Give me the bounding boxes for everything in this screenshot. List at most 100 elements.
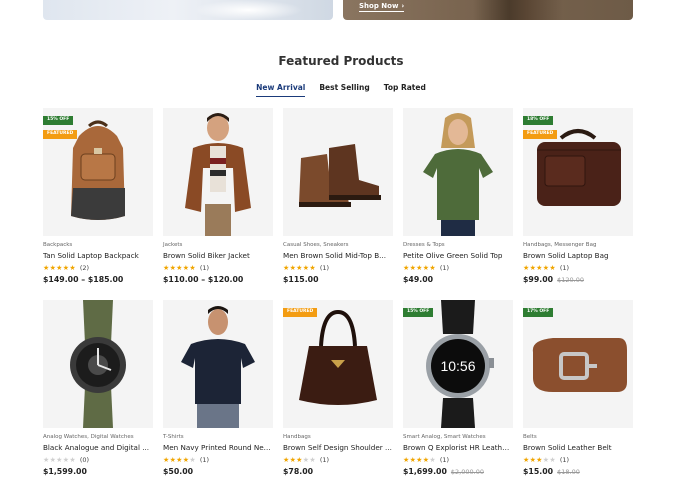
product-category[interactable]: Handbags	[283, 434, 311, 440]
product-name[interactable]: Brown Self Design Shoulder ...	[283, 443, 393, 452]
review-count: (1)	[439, 456, 450, 464]
discount-badge: 15% OFF	[43, 116, 74, 125]
star-rating-icon: ★★★★★	[403, 264, 436, 272]
product-category[interactable]: Belts	[523, 434, 537, 440]
discount-badge: 17% OFF	[523, 308, 554, 317]
featured-badge: FEATURED	[43, 130, 78, 139]
shop-now-label: Shop Now	[359, 2, 399, 10]
current-price: $99.00	[523, 275, 554, 284]
old-price: $120.00	[557, 276, 584, 284]
shop-now-link[interactable]: Shop Now ›	[359, 2, 405, 12]
star-rating-icon: ★★★★★	[163, 264, 196, 272]
product-name[interactable]: Tan Solid Laptop Backpack	[43, 251, 153, 260]
product-name[interactable]: Brown Solid Leather Belt	[523, 443, 633, 452]
current-price: $1,699.00	[403, 467, 447, 476]
smartwatch-image[interactable]: 10:56 15% OFF	[403, 300, 513, 428]
review-count: (1)	[319, 456, 330, 464]
star-rating-icon: ★★★★★	[283, 456, 316, 464]
product-rating: ★★★★★ (1)	[523, 456, 569, 464]
tab-best-selling[interactable]: Best Selling	[319, 83, 369, 97]
current-price: $115.00	[283, 275, 319, 284]
top-model-image[interactable]	[403, 108, 513, 236]
tshirt-model-image[interactable]	[163, 300, 273, 428]
product-category[interactable]: Casual Shoes, Sneakers	[283, 242, 349, 248]
product-price: $110.00 – $120.00	[163, 275, 243, 284]
product-card[interactable]: 17% OFF Belts Brown Solid Leather Belt ★★★★…	[523, 300, 633, 480]
product-rating: ★★★★★ (1)	[283, 456, 329, 464]
product-card[interactable]: Analog Watches, Digital Watches Black Ana…	[43, 300, 153, 480]
featured-badge: FEATURED	[523, 130, 558, 139]
product-category[interactable]: Smart Analog, Smart Watches	[403, 434, 486, 440]
review-count: (2)	[79, 264, 90, 272]
current-price: $1,599.00	[43, 467, 87, 476]
product-rating: ★★★★★ (1)	[283, 264, 329, 272]
product-price: $99.00 $120.00	[523, 275, 584, 284]
current-price: $15.00	[523, 467, 554, 476]
product-name[interactable]: Men Brown Solid Mid-Top B...	[283, 251, 393, 260]
tab-top-rated[interactable]: Top Rated	[384, 83, 426, 97]
product-card[interactable]: Dresses & Tops Petite Olive Green Solid T…	[403, 108, 513, 288]
product-category[interactable]: Jackets	[163, 242, 182, 248]
discount-badge: 15% OFF	[403, 308, 434, 317]
chevron-right-icon: ›	[401, 2, 405, 10]
featured-badge: FEATURED	[283, 308, 318, 317]
watch-image[interactable]	[43, 300, 153, 428]
product-name[interactable]: Brown Solid Biker Jacket	[163, 251, 273, 260]
product-price: $149.00 – $185.00	[43, 275, 123, 284]
product-price: $1,699.00 $2,000.00	[403, 467, 484, 476]
product-card[interactable]: Jackets Brown Solid Biker Jacket ★★★★★ (1) $…	[163, 108, 273, 288]
star-rating-icon: ★★★★★	[163, 456, 196, 464]
belt-image[interactable]: 17% OFF	[523, 300, 633, 428]
section-title: Featured Products	[278, 54, 404, 68]
old-price: $18.00	[557, 468, 580, 476]
old-price: $2,000.00	[450, 468, 484, 476]
star-rating-icon: ★★★★★	[403, 456, 436, 464]
laptop-bag-image[interactable]: 18% OFF FEATURED	[523, 108, 633, 236]
star-rating-icon: ★★★★★	[43, 456, 76, 464]
product-card[interactable]: T-Shirts Men Navy Printed Round Ne... ★★★★…	[163, 300, 273, 480]
review-count: (1)	[199, 264, 210, 272]
current-price: $78.00	[283, 467, 314, 476]
current-price: $49.00	[403, 275, 434, 284]
handbag-image[interactable]: FEATURED	[283, 300, 393, 428]
product-price: $78.00	[283, 467, 313, 476]
product-name[interactable]: Men Navy Printed Round Ne...	[163, 443, 273, 452]
review-count: (0)	[79, 456, 90, 464]
review-count: (1)	[319, 264, 330, 272]
star-rating-icon: ★★★★★	[283, 264, 316, 272]
product-name[interactable]: Black Analogue and Digital ...	[43, 443, 153, 452]
product-card[interactable]: FEATURED Handbags Brown Self Design Should…	[283, 300, 393, 480]
review-count: (1)	[199, 456, 210, 464]
product-rating: ★★★★★ (2)	[43, 264, 89, 272]
product-category[interactable]: Dresses & Tops	[403, 242, 445, 248]
product-price: $1,599.00	[43, 467, 87, 476]
product-tabs: New Arrival Best Selling Top Rated	[0, 83, 682, 97]
product-name[interactable]: Brown Solid Laptop Bag	[523, 251, 633, 260]
tab-new-arrival[interactable]: New Arrival	[256, 83, 306, 97]
product-name[interactable]: Petite Olive Green Solid Top	[403, 251, 513, 260]
jacket-model-image[interactable]	[163, 108, 273, 236]
product-card[interactable]: 10:56 15% OFF Smart Analog, Smart Watches B…	[403, 300, 513, 480]
current-price: $110.00 – $120.00	[163, 275, 244, 284]
smartwatch-time: 10:56	[440, 358, 475, 374]
product-category[interactable]: T-Shirts	[163, 434, 184, 440]
product-category[interactable]: Analog Watches, Digital Watches	[43, 434, 134, 440]
boots-image[interactable]	[283, 108, 393, 236]
product-rating: ★★★★★ (1)	[163, 456, 209, 464]
promo-banner-left[interactable]	[43, 0, 333, 20]
product-price: $49.00	[403, 275, 433, 284]
current-price: $50.00	[163, 467, 194, 476]
review-count: (1)	[559, 456, 570, 464]
backpack-image[interactable]: 15% OFF FEATURED	[43, 108, 153, 236]
product-rating: ★★★★★ (0)	[43, 456, 89, 464]
product-card[interactable]: 18% OFF FEATURED Handbags, Messenger Bag Br…	[523, 108, 633, 288]
product-category[interactable]: Handbags, Messenger Bag	[523, 242, 596, 248]
product-card[interactable]: 15% OFF FEATURED Backpacks Tan Solid Laptop…	[43, 108, 153, 288]
discount-badge: 18% OFF	[523, 116, 554, 125]
star-rating-icon: ★★★★★	[523, 456, 556, 464]
product-name[interactable]: Brown Q Explorist HR Leather...	[403, 443, 513, 452]
promo-banner-right[interactable]: Shop Now ›	[343, 0, 633, 20]
product-category[interactable]: Backpacks	[43, 242, 72, 248]
review-count: (1)	[439, 264, 450, 272]
product-card[interactable]: Casual Shoes, Sneakers Men Brown Solid Mi…	[283, 108, 393, 288]
